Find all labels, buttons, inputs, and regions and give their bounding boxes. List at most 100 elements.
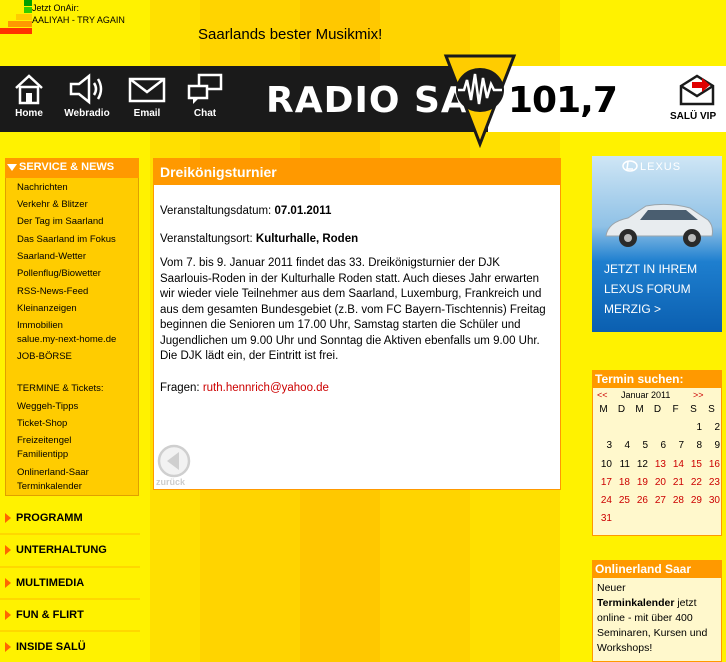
nav-inside-salue-label: INSIDE SALÜ [16, 641, 86, 653]
calendar-day[interactable]: 17 [595, 477, 612, 494]
calendar-day[interactable]: 12 [631, 459, 648, 476]
back-label[interactable]: zurück [156, 477, 185, 487]
sidebar-link[interactable]: Saarland-Wetter [17, 251, 86, 262]
lexus-logo-icon [622, 160, 638, 172]
calendar-day[interactable]: 9 [703, 440, 720, 457]
calendar-day[interactable]: 23 [703, 477, 720, 494]
calendar-day[interactable]: 6 [649, 440, 666, 457]
nav-email-label: Email [133, 108, 161, 119]
nav-webradio-label: Webradio [64, 108, 110, 119]
sidebar-link[interactable]: Nachrichten [17, 182, 68, 193]
nav-inside-salue[interactable]: INSIDE SALÜ [0, 632, 140, 662]
nav-chat-button[interactable]: Chat [180, 72, 230, 119]
envelope-icon [128, 77, 166, 103]
onair-track[interactable]: AALIYAH - TRY AGAIN [32, 15, 125, 25]
nav-multimedia-label: MULTIMEDIA [16, 577, 85, 589]
lexus-ad[interactable]: LEXUS JETZT IN IHREM LEXUS FORUM MERZIG … [592, 156, 722, 332]
calendar-day[interactable]: 31 [595, 513, 612, 530]
calendar-day[interactable]: 4 [613, 440, 630, 457]
speaker-icon [69, 73, 103, 105]
article-panel: Dreikönigsturnier Veranstaltungsdatum: 0… [153, 158, 561, 490]
sidebar-link[interactable]: Weggeh-Tipps [17, 401, 78, 412]
calendar-next-button[interactable]: >> [693, 390, 704, 400]
event-place-value: Kulturhalle, Roden [255, 233, 359, 245]
calendar-day[interactable]: 30 [703, 495, 720, 512]
nav-chat-label: Chat [193, 108, 217, 119]
calendar-weekday: S [708, 404, 715, 415]
triangle-right-icon [5, 642, 11, 652]
sidebar-link[interactable]: Pollenflug/Biowetter [17, 268, 101, 279]
calendar-day[interactable]: 18 [613, 477, 630, 494]
sidebar-link[interactable]: Ticket-Shop [17, 418, 67, 429]
sidebar-link[interactable]: Immobilien [17, 320, 63, 331]
onlinerland-title: Onlinerland Saar [593, 561, 721, 578]
calendar-day[interactable]: 28 [667, 495, 684, 512]
nav-fun-flirt[interactable]: FUN & FLIRT [0, 600, 140, 630]
sidebar-link[interactable]: JOB-BÖRSE [17, 351, 72, 362]
sidebar-link[interactable]: Terminkalender [17, 481, 82, 492]
sidebar-link[interactable]: Kleinanzeigen [17, 303, 77, 314]
onlinerland-text[interactable]: Neuer Terminkalender jetzt online - mit … [593, 578, 721, 659]
onlinerland-line1: Neuer [597, 582, 626, 594]
calendar-weekday: D [617, 404, 626, 415]
nav-email-button[interactable]: Email [122, 72, 172, 119]
sidebar-link[interactable]: Freizeitengel [17, 435, 71, 446]
calendar-widget: Termin suchen: << Januar 2011 >> MDMDFSS… [592, 370, 722, 536]
calendar-day[interactable]: 10 [595, 459, 612, 476]
vip-button[interactable] [666, 66, 726, 132]
ad-line-3: MERZIG > [604, 302, 662, 316]
calendar-day[interactable]: 2 [703, 422, 720, 439]
onlinerland-bold: Terminkalender [597, 597, 675, 609]
calendar-day[interactable]: 22 [685, 477, 702, 494]
nav-unterhaltung-label: UNTERHALTUNG [16, 544, 107, 556]
calendar-day[interactable]: 8 [685, 440, 702, 457]
calendar-day[interactable]: 16 [703, 459, 720, 476]
calendar-weekday: D [653, 404, 662, 415]
chat-icon [187, 73, 223, 104]
sidebar-header-label: SERVICE & NEWS [19, 161, 115, 173]
article-description: Vom 7. bis 9. Januar 2011 findet das 33.… [160, 257, 546, 362]
triangle-down-icon [7, 163, 17, 171]
onair-box: Jetzt OnAir: AALIYAH - TRY AGAIN [0, 0, 150, 64]
calendar-day[interactable]: 20 [649, 477, 666, 494]
triangle-right-icon [5, 513, 11, 523]
calendar-day[interactable]: 15 [685, 459, 702, 476]
calendar-day[interactable]: 11 [613, 459, 630, 476]
calendar-prev-button[interactable]: << [597, 390, 608, 400]
nav-home-button[interactable]: Home [4, 72, 54, 119]
calendar-day[interactable]: 3 [595, 440, 612, 457]
nav-webradio-button[interactable]: Webradio [62, 72, 112, 119]
calendar-day[interactable]: 13 [649, 459, 666, 476]
vip-envelope-icon [679, 74, 715, 106]
sidebar-link[interactable]: Onlinerland-Saar [17, 467, 89, 478]
sidebar-link[interactable]: salue.my-next-home.de [17, 334, 116, 345]
ad-brand: LEXUS [640, 161, 682, 173]
calendar-day[interactable]: 26 [631, 495, 648, 512]
sidebar-link[interactable]: Der Tag im Saarland [17, 216, 103, 227]
sidebar-link[interactable]: RSS-News-Feed [17, 286, 88, 297]
sidebar-header[interactable]: SERVICE & NEWS [5, 158, 139, 178]
nav-unterhaltung[interactable]: UNTERHALTUNG [0, 535, 140, 565]
sidebar-link[interactable]: Verkehr & Blitzer [17, 199, 88, 210]
sidebar-link[interactable]: Familientipp [17, 449, 68, 460]
calendar-day[interactable]: 19 [631, 477, 648, 494]
calendar-day[interactable]: 21 [667, 477, 684, 494]
calendar-day[interactable]: 7 [667, 440, 684, 457]
nav-multimedia[interactable]: MULTIMEDIA [0, 568, 140, 598]
event-place: Veranstaltungsort: Kulturhalle, Roden [160, 233, 358, 245]
calendar-day[interactable]: 1 [685, 422, 702, 439]
ad-line-2: LEXUS FORUM [604, 282, 691, 296]
calendar-day[interactable]: 14 [667, 459, 684, 476]
calendar-day[interactable]: 29 [685, 495, 702, 512]
sidebar-link[interactable]: Das Saarland im Fokus [17, 234, 116, 245]
calendar-weekday: M [635, 404, 644, 415]
calendar-day[interactable]: 5 [631, 440, 648, 457]
calendar-day[interactable]: 25 [613, 495, 630, 512]
logo-wave-icon [443, 54, 517, 148]
nav-home-label: Home [15, 108, 43, 119]
nav-programm[interactable]: PROGRAMM [0, 503, 140, 533]
email-link[interactable]: ruth.hennrich@yahoo.de [203, 382, 329, 394]
slogan: Saarlands bester Musikmix! [198, 26, 383, 43]
calendar-day[interactable]: 27 [649, 495, 666, 512]
calendar-day[interactable]: 24 [595, 495, 612, 512]
